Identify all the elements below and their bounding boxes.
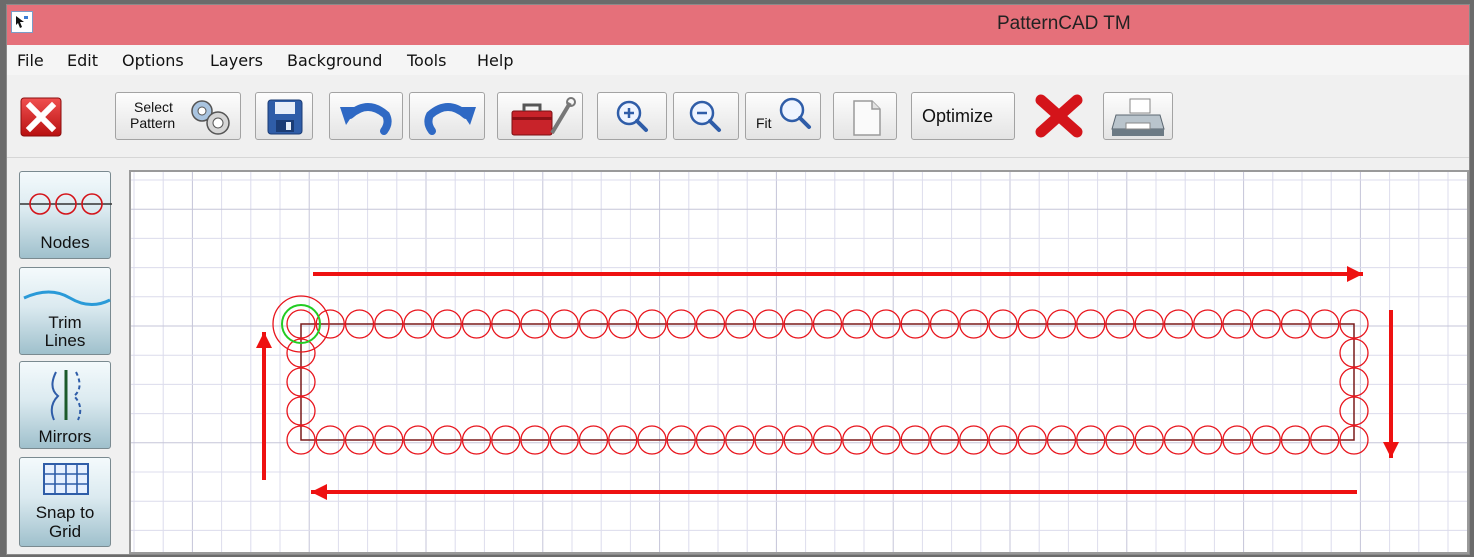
toolbar: Select Pattern Fit Optimize xyxy=(7,75,1469,158)
arrow-left-head xyxy=(311,484,327,500)
blank-page-icon xyxy=(853,100,881,136)
menu-options[interactable]: Options xyxy=(122,51,184,70)
pattern-path xyxy=(300,323,1355,441)
app-window: PatternCAD TM File Edit Options Layers B… xyxy=(6,4,1470,555)
nodes-label: Nodes xyxy=(40,233,90,252)
redo-button[interactable] xyxy=(409,92,485,140)
zoom-in-icon xyxy=(616,100,648,132)
fit-label: Fit xyxy=(756,115,772,131)
arrow-down-head xyxy=(1383,442,1399,458)
floppy-disk-icon xyxy=(267,99,303,135)
save-button[interactable] xyxy=(255,92,313,140)
trim-lines-label-line1: Trim xyxy=(48,313,82,332)
trim-lines-button[interactable]: Trim Lines xyxy=(19,267,111,355)
printer-icon xyxy=(1111,98,1165,136)
app-icon[interactable] xyxy=(11,11,33,33)
select-pattern-button[interactable]: Select Pattern xyxy=(115,92,241,140)
menu-background[interactable]: Background xyxy=(287,51,382,70)
undo-arrow-icon xyxy=(340,103,392,135)
red-x-exit-icon xyxy=(20,97,62,137)
menu-edit[interactable]: Edit xyxy=(67,51,98,70)
zoom-fit-button[interactable]: Fit xyxy=(745,92,821,140)
print-button[interactable] xyxy=(1103,92,1173,140)
title-bar: PatternCAD TM xyxy=(7,5,1469,45)
toolbox-icon xyxy=(511,97,576,136)
direction-arrows xyxy=(256,266,1399,500)
nodes-button[interactable]: Nodes xyxy=(19,171,112,259)
snap-to-grid-label-line1: Snap to xyxy=(35,503,95,522)
snap-to-grid-button[interactable]: Snap to Grid xyxy=(19,457,111,547)
menu-layers[interactable]: Layers xyxy=(210,51,263,70)
zoom-out-icon xyxy=(689,100,721,132)
tools-button[interactable] xyxy=(497,92,583,140)
select-pattern-label-line2: Pattern xyxy=(130,115,176,131)
red-x-delete-icon xyxy=(1035,94,1083,138)
menu-bar: File Edit Options Layers Background Tool… xyxy=(7,45,1469,75)
pattern-drawing[interactable] xyxy=(131,172,1467,552)
redo-arrow-icon xyxy=(424,103,476,135)
menu-file[interactable]: File xyxy=(17,51,44,70)
zoom-out-button[interactable] xyxy=(673,92,739,140)
select-pattern-label-line1: Select xyxy=(134,99,173,115)
optimize-button[interactable]: Optimize xyxy=(911,92,1015,140)
left-tool-panel: Nodes Trim Lines Mirrors Snap to Grid xyxy=(7,165,121,554)
grid-lines xyxy=(131,172,1467,552)
mirrors-button[interactable]: Mirrors xyxy=(19,361,111,449)
zoom-in-button[interactable] xyxy=(597,92,667,140)
page-button[interactable] xyxy=(833,92,897,140)
delete-button[interactable] xyxy=(1025,92,1093,140)
pattern-layer xyxy=(272,295,1369,455)
undo-button[interactable] xyxy=(329,92,403,140)
window-title: PatternCAD TM xyxy=(997,13,1131,34)
menu-tools[interactable]: Tools xyxy=(407,51,446,70)
trim-lines-label-line2: Lines xyxy=(44,331,86,350)
drawing-canvas[interactable] xyxy=(129,170,1469,554)
optimize-label: Optimize xyxy=(922,106,994,126)
menu-help[interactable]: Help xyxy=(477,51,513,70)
mirrors-label: Mirrors xyxy=(38,427,92,446)
snap-to-grid-label-line2: Grid xyxy=(48,522,82,541)
arrow-up-head xyxy=(256,332,272,348)
exit-button[interactable] xyxy=(15,92,67,140)
